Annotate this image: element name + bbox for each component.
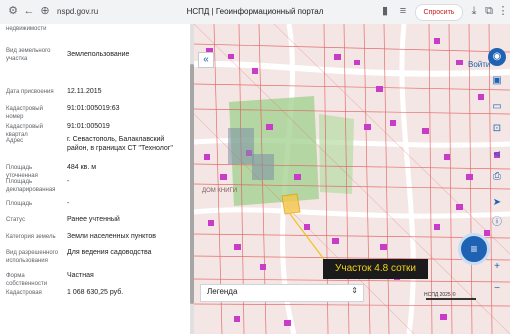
field-value: 484 кв. м [67,164,97,171]
field-row: Кадастровая 1 068 630,25 руб. [0,286,190,300]
field-row: Вид разрешенного использования Для веден… [0,246,190,266]
field-value: 12.11.2015 [67,88,102,95]
navigation-icon[interactable]: ➤ [488,194,506,212]
share-icon[interactable]: ⋖ [488,146,506,164]
info-panel: недвижимости Вид земельного участка Земл… [0,24,190,334]
more-icon[interactable]: ⋮ [496,4,510,18]
field-value: Частная [67,272,94,279]
secure-icon[interactable]: ⊕ [38,4,52,18]
field-value: 91:01:005019 [67,123,110,130]
screen: ⚙ ← ⊕ nspd.gov.ru НСПД | Геоинформационн… [0,0,510,334]
crop-icon[interactable]: ⊡ [488,120,506,138]
field-label: Статус [6,217,25,223]
legend-dropdown[interactable]: Легенда ⇕ [200,284,364,302]
draw-icon[interactable]: ▭ [488,98,506,116]
field-row: Статус Ранее учтенный [0,213,190,225]
field-label: Вид разрешенного использования [6,250,59,264]
menu-icon[interactable]: ≡ [396,4,410,18]
field-row: Площадь декларированная - [0,176,190,198]
browser-toolbar: ⚙ ← ⊕ nspd.gov.ru НСПД | Геоинформационн… [0,0,510,25]
field-row: Площадь уточненная 484 кв. м [0,162,190,179]
map-toolbar: ◉ ▣ ▭ ⊡ ⋖ ⎙ ➤ ⓘ + − [486,48,508,328]
zoom-in-icon[interactable]: + [488,258,506,276]
field-row: Категория земель Земли населенных пункто… [0,230,190,242]
field-value: - [67,200,70,207]
field-value: 91:01:005019:63 [67,105,120,112]
globe-icon[interactable]: ◉ [488,48,506,66]
url-text[interactable]: nspd.gov.ru [57,3,157,20]
field-label: Дата присвоения [6,89,54,95]
download-icon[interactable]: ⤓ [467,4,481,18]
back-icon[interactable]: ← [22,4,36,18]
field-row: Кадастровый квартал 91:01:005019 [0,120,190,138]
field-label: Площадь [6,201,33,207]
page-title: НСПД | Геоинформационный портал [186,7,324,16]
settings-icon[interactable]: ⚙ [6,4,20,18]
layers-icon[interactable]: ▣ [488,72,506,90]
field-row: Кадастровый номер 91:01:005019:63 [0,102,190,120]
print-icon[interactable]: ⎙ [488,168,506,186]
field-label: Адрес [6,138,24,144]
chevron-updown-icon: ⇕ [351,286,358,295]
field-value: Землепользование [67,51,130,58]
field-value: г. Севастополь, Балаклавский район, в гр… [67,136,173,152]
field-value: - [67,178,70,185]
map-label: ДОМ КНИГИ [202,188,237,194]
field-value: Для ведения садоводства [67,249,152,256]
field-label: недвижимости [6,26,47,32]
field-row: Форма собственности Частная [0,269,190,287]
field-value: Земли населенных пунктов [67,233,157,240]
caption-overlay: Участок 4.8 сотки [323,259,428,279]
legend-label: Легенда [207,287,238,296]
extension-icon[interactable]: ⧉ [482,4,496,18]
field-label: Кадастровая [6,290,42,296]
field-row: Вид земельного участка Землепользование [0,42,190,66]
field-value: Ранее учтенный [67,216,120,223]
bookmark-icon[interactable]: ▮ [378,4,392,18]
field-label: Категория земель [6,234,56,240]
map-attribution: НСПД 2025 © [424,292,456,298]
partial-row: недвижимости [0,24,190,34]
ask-label: Спросить [423,9,455,16]
field-row: Дата присвоения 12.11.2015 [0,85,190,97]
field-label: Вид земельного участка [6,48,51,62]
collapse-panel-button[interactable]: « [198,52,214,68]
field-row: Адрес г. Севастополь, Балаклавский район… [0,133,190,155]
menu-fab-icon[interactable]: ≡ [458,233,490,265]
info-icon[interactable]: ⓘ [488,214,506,232]
field-value: 1 068 630,25 руб. [67,289,124,296]
ask-button[interactable]: Спросить [415,4,463,21]
zoom-out-icon[interactable]: − [488,280,506,298]
field-row: Площадь - [0,198,190,210]
field-label: Площадь декларированная [6,179,56,193]
field-label: Кадастровый номер [6,106,43,120]
